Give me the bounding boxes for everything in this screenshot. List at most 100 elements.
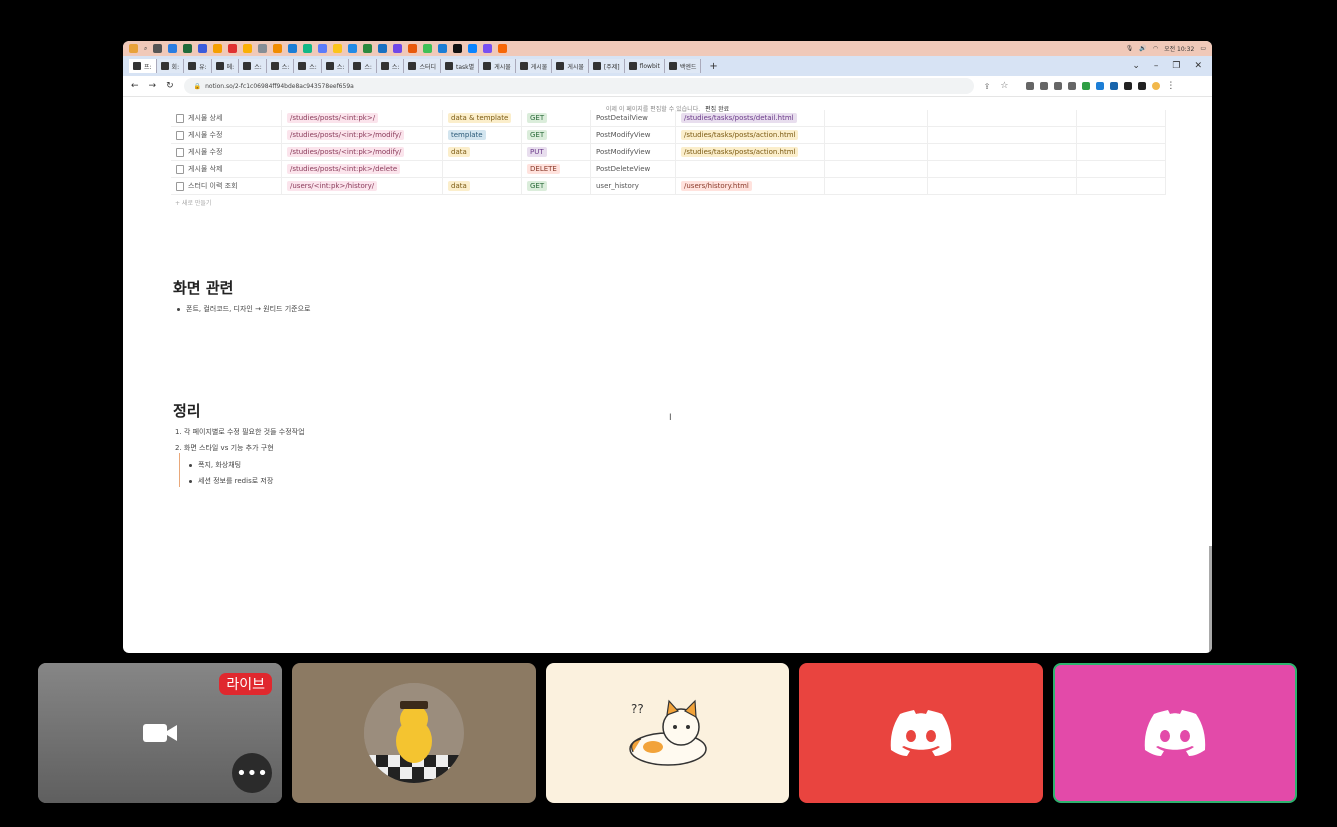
extension-icon[interactable] xyxy=(1040,82,1049,90)
app-icon[interactable] xyxy=(183,44,193,53)
table-row[interactable]: 게시물 삭제/studies/posts/<int:pk>/delete DELE… xyxy=(171,160,1166,178)
close-icon[interactable]: ✕ xyxy=(1194,61,1202,71)
reload-icon[interactable]: ↻ xyxy=(166,81,174,91)
template-tag: /studies/tasks/posts/action.html xyxy=(681,147,799,157)
app-icon[interactable] xyxy=(243,44,253,53)
clock[interactable]: 오전 10:32 xyxy=(1164,44,1194,53)
browser-tab[interactable]: 스터디 xyxy=(404,59,442,73)
page-icon xyxy=(176,147,184,157)
participant-tile[interactable]: ?? xyxy=(546,663,789,803)
participant-tile[interactable] xyxy=(292,663,536,803)
extension-icon[interactable] xyxy=(1110,82,1119,90)
tab-label: 스: xyxy=(281,63,290,71)
browser-tab[interactable]: 스: xyxy=(266,59,295,73)
more-options-button[interactable]: ••• xyxy=(232,753,272,793)
scrollbar[interactable] xyxy=(1209,546,1212,653)
volume-icon[interactable]: 🔊 xyxy=(1139,45,1146,52)
list-item: 2. 화면 스타일 vs 기능 추가 구현 xyxy=(175,444,274,452)
participant-tile[interactable] xyxy=(799,663,1043,803)
browser-tab[interactable]: 스: xyxy=(376,59,405,73)
tab-label: 스: xyxy=(309,63,317,71)
browser-tab[interactable]: 게시물 xyxy=(552,59,589,73)
profile-icon[interactable] xyxy=(1152,82,1161,90)
vscode-icon[interactable] xyxy=(468,44,478,53)
sidepanel-icon[interactable] xyxy=(1138,82,1147,90)
restore-icon[interactable]: ❐ xyxy=(1172,61,1180,71)
app-icon[interactable] xyxy=(408,44,418,53)
app-icon[interactable] xyxy=(258,44,268,53)
browser-tab[interactable]: 게시물 xyxy=(515,59,553,73)
row-name: 게시물 삭제 xyxy=(188,165,223,173)
notification-icon[interactable]: ▭ xyxy=(1200,45,1206,52)
participant-tile-speaking[interactable] xyxy=(1053,663,1297,803)
app-icon[interactable] xyxy=(318,44,328,53)
extension-icon[interactable] xyxy=(1082,82,1091,90)
url-tag: /users/<int:pk>/history/ xyxy=(287,181,378,191)
wifi-icon[interactable]: ◠ xyxy=(1153,45,1158,52)
browser-tab[interactable]: [주제] xyxy=(588,59,625,73)
template-tag: /studies/tasks/posts/action.html xyxy=(681,130,799,140)
notion-favicon-icon xyxy=(353,62,362,70)
table-row[interactable]: 게시물 수정/studies/posts/<int:pk>/modify/dat… xyxy=(171,143,1166,161)
browser-tab[interactable]: task별 xyxy=(441,59,480,73)
app-icon[interactable] xyxy=(378,44,388,53)
app-icon[interactable] xyxy=(303,44,313,53)
chrome-icon[interactable] xyxy=(228,44,238,53)
method-tag: GET xyxy=(527,130,548,140)
type-tag: data & template xyxy=(448,113,512,123)
app-icon[interactable] xyxy=(498,44,508,53)
menu-icon[interactable]: ⋮ xyxy=(1166,82,1175,91)
browser-tab[interactable]: 프: xyxy=(129,59,157,73)
forward-icon[interactable]: → xyxy=(149,81,157,91)
table-row[interactable]: 게시물 상세/studies/posts/<int:pk>/ data & tem… xyxy=(171,110,1166,127)
browser-tab[interactable]: 스: xyxy=(239,59,267,73)
terminal-icon[interactable] xyxy=(453,44,463,53)
browser-tab[interactable]: 백엔드 xyxy=(664,59,702,73)
table-row[interactable]: 스터디 이력 조회/users/<int:pk>/history/data GET… xyxy=(171,177,1166,195)
share-icon[interactable]: ⇪ xyxy=(984,82,991,91)
notion-favicon-icon xyxy=(445,62,454,70)
app-icon[interactable] xyxy=(198,44,208,53)
browser-tab[interactable]: 스: xyxy=(321,59,350,73)
routes-table: 게시물 상세/studies/posts/<int:pk>/ data & tem… xyxy=(171,110,1166,195)
browser-tab[interactable]: 유: xyxy=(184,59,212,73)
section-title-screen: 화면 관련 xyxy=(173,279,234,297)
puzzle-icon[interactable] xyxy=(1124,82,1133,90)
app-icon[interactable] xyxy=(333,44,343,53)
tab-search-icon[interactable]: ⌄ xyxy=(1132,61,1140,71)
search-icon[interactable]: ⌕ xyxy=(144,45,147,53)
app-icon[interactable] xyxy=(423,44,433,53)
bookmark-star-icon[interactable]: ☆ xyxy=(1000,81,1008,91)
browser-tab[interactable]: 게시물 xyxy=(479,59,516,73)
extension-icon[interactable] xyxy=(1026,82,1035,90)
app-icon[interactable] xyxy=(483,44,493,53)
extension-icon[interactable] xyxy=(1068,82,1077,90)
browser-tab[interactable]: flowbit xyxy=(624,59,665,73)
extension-icon[interactable] xyxy=(1096,82,1105,90)
table-row[interactable]: 게시물 수정/studies/posts/<int:pk>/modify/tem… xyxy=(171,126,1166,144)
app-icon[interactable] xyxy=(288,44,298,53)
app-icon[interactable] xyxy=(348,44,358,53)
app-icon[interactable] xyxy=(213,44,223,53)
excel-icon[interactable] xyxy=(363,44,373,53)
new-tab-button[interactable]: + xyxy=(701,61,725,72)
browser-tab[interactable]: 회: xyxy=(156,59,185,73)
browser-tab[interactable]: 메: xyxy=(211,59,240,73)
app-icon[interactable] xyxy=(273,44,283,53)
app-icon[interactable] xyxy=(168,44,178,53)
list-item: 폭지, 화상채팅 xyxy=(189,460,241,470)
app-icon[interactable] xyxy=(438,44,448,53)
back-icon[interactable]: ← xyxy=(131,81,139,91)
app-icon[interactable] xyxy=(153,44,163,53)
new-row-button[interactable]: + 새로 만들기 xyxy=(175,198,1212,207)
browser-tab[interactable]: 스: xyxy=(294,59,322,73)
app-icon[interactable] xyxy=(393,44,403,53)
tab-label: 회: xyxy=(171,63,180,71)
extension-icon[interactable] xyxy=(1054,82,1063,90)
browser-tab[interactable]: 스: xyxy=(349,59,377,73)
minimize-icon[interactable]: – xyxy=(1154,61,1159,71)
screen-share-tile[interactable]: 라이브 ••• xyxy=(38,663,282,803)
app-icon[interactable] xyxy=(129,44,138,53)
mic-icon[interactable]: 🎙 xyxy=(1126,45,1134,52)
url-field[interactable]: 🔒 notion.so/2-fc1c06984ff94bde8ac943578e… xyxy=(183,78,974,94)
